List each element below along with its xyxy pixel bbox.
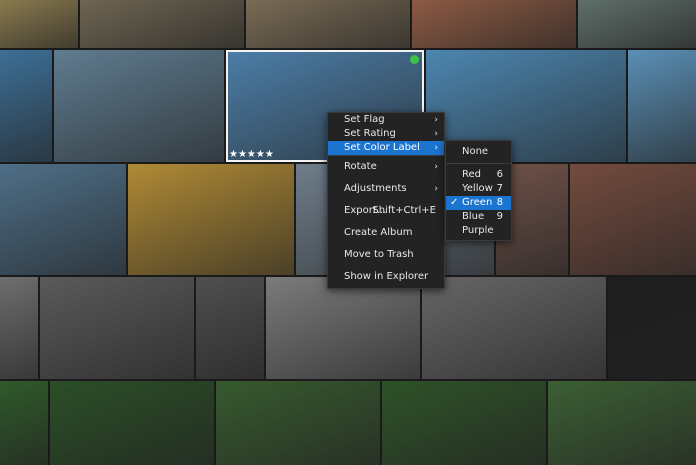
menu-item-label: Blue [462,211,485,222]
photo-thumbnail[interactable] [196,277,264,379]
color-option-yellow[interactable]: Yellow 7 [446,182,511,196]
menu-item-shortcut: 8 [496,197,503,208]
menu-item-label: Green [462,197,493,208]
photo-thumbnail[interactable] [628,50,696,162]
photo-thumbnail[interactable] [578,0,696,48]
chevron-right-icon: › [434,129,438,139]
photo-thumbnail[interactable] [216,381,380,465]
menu-item-rotate[interactable]: Rotate › [328,156,444,178]
photo-thumbnail[interactable] [0,164,126,275]
chevron-right-icon: › [434,143,438,153]
photo-thumbnail[interactable] [246,0,410,48]
color-option-green[interactable]: ✓ Green 8 [446,196,511,210]
photo-thumbnail[interactable] [0,277,38,379]
photo-thumbnail[interactable] [80,0,244,48]
photo-thumbnail[interactable] [608,277,696,379]
photo-thumbnail[interactable] [0,381,48,465]
menu-item-set-rating[interactable]: Set Rating › [328,127,444,141]
menu-item-create-album[interactable]: Create Album [328,222,444,244]
menu-item-label: Adjustments [344,183,407,194]
menu-separator [446,163,511,164]
menu-item-shortcut: 6 [496,169,503,180]
menu-item-export[interactable]: Export... Shift+Ctrl+E [328,200,444,222]
photo-thumbnail[interactable] [128,164,294,275]
menu-item-label: None [462,146,489,157]
chevron-right-icon: › [434,184,438,194]
menu-item-set-flag[interactable]: Set Flag › [328,113,444,127]
menu-item-label: Create Album [344,227,413,238]
menu-item-move-to-trash[interactable]: Move to Trash [328,244,444,266]
photo-thumbnail[interactable] [54,50,224,162]
checkmark-icon: ✓ [450,197,459,208]
menu-item-label: Red [462,169,481,180]
menu-item-show-in-explorer[interactable]: Show in Explorer [328,266,444,288]
menu-item-label: Show in Explorer [344,271,429,282]
color-option-red[interactable]: Red 6 [446,168,511,182]
menu-item-label: Set Rating [344,128,396,139]
menu-item-shortcut: 9 [496,211,503,222]
menu-item-adjustments[interactable]: Adjustments › [328,178,444,200]
menu-item-label: Set Color Label [344,142,420,153]
menu-item-shortcut: 7 [496,183,503,194]
menu-item-label: Rotate [344,161,377,172]
color-label-dot [410,55,419,64]
color-option-purple[interactable]: Purple [446,224,511,238]
photo-thumbnail[interactable] [548,381,696,465]
photo-thumbnail[interactable] [266,277,420,379]
color-option-blue[interactable]: Blue 9 [446,210,511,224]
color-option-none[interactable]: None [446,141,511,163]
menu-item-label: Purple [462,225,494,236]
photo-thumbnail[interactable] [412,0,576,48]
photo-thumbnail[interactable] [382,381,546,465]
rating-stars: ★★★★★ [229,149,274,160]
chevron-right-icon: › [434,115,438,125]
photo-thumbnail[interactable] [40,277,194,379]
menu-item-label: Set Flag [344,114,385,125]
menu-item-set-color-label[interactable]: Set Color Label › [328,141,444,155]
menu-item-label: Move to Trash [344,249,414,260]
menu-item-shortcut: Shift+Ctrl+E [372,205,436,216]
color-label-submenu: None Red 6 Yellow 7 ✓ Green 8 Blue 9 Pur… [445,140,512,241]
photo-thumbnail[interactable] [422,277,606,379]
menu-item-label: Yellow [462,183,493,194]
photo-thumbnail[interactable] [570,164,696,275]
photo-thumbnail[interactable] [0,0,78,48]
chevron-right-icon: › [434,162,438,172]
photo-thumbnail[interactable] [0,50,52,162]
context-menu: Set Flag › Set Rating › Set Color Label … [327,112,445,289]
photo-thumbnail[interactable] [50,381,214,465]
